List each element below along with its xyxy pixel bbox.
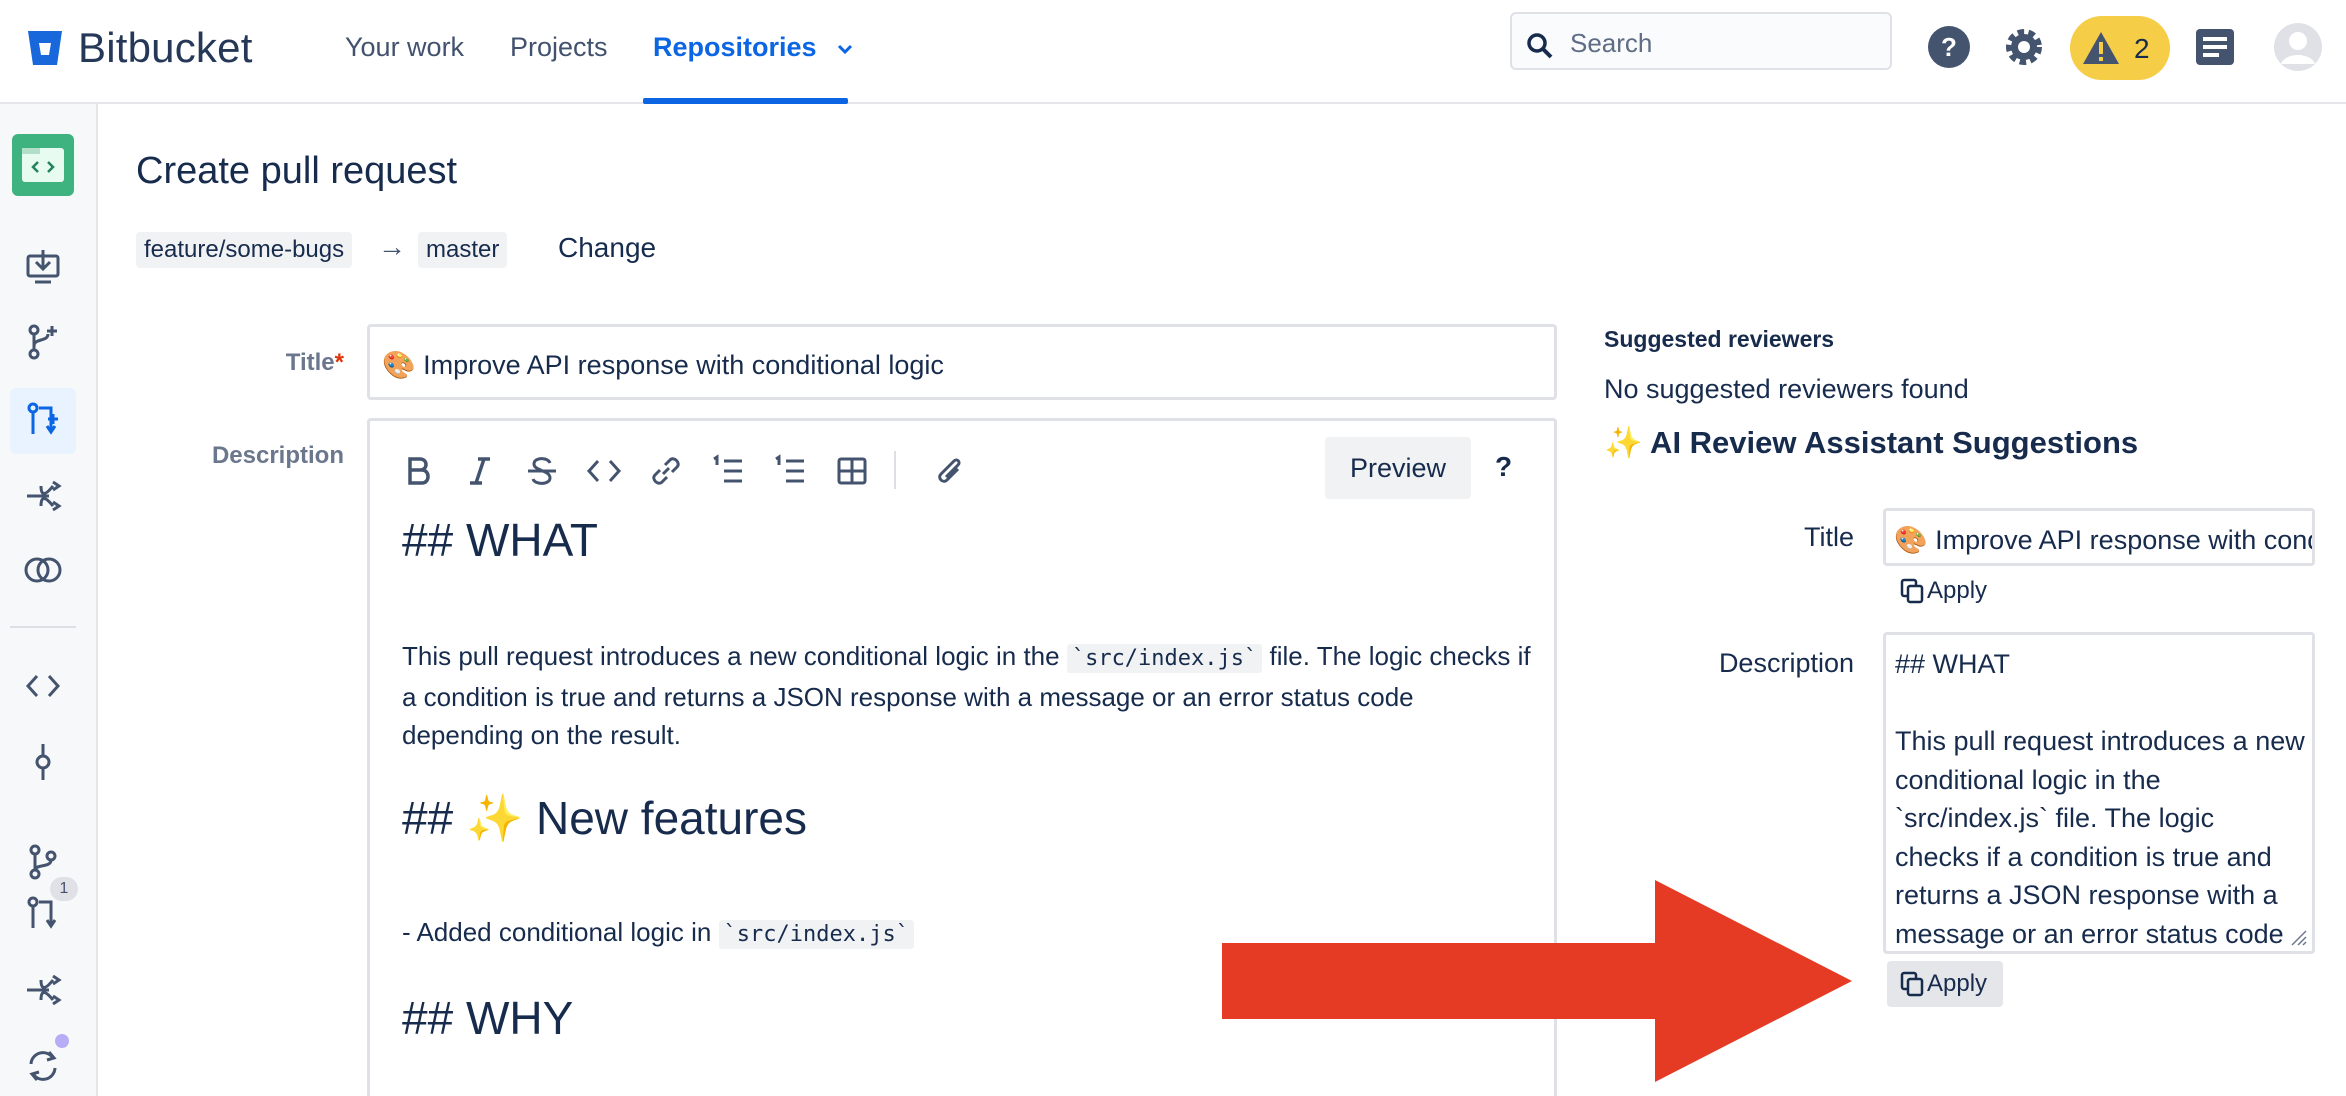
bitbucket-logo[interactable]: Bitbucket — [26, 24, 253, 72]
branches-icon[interactable] — [23, 842, 63, 882]
commits-icon[interactable] — [23, 742, 63, 782]
warning-icon — [2083, 32, 2119, 64]
svg-text:?: ? — [1941, 32, 1957, 62]
code-icon[interactable] — [584, 451, 624, 491]
sync-status-dot — [55, 1034, 69, 1048]
title-field[interactable]: 🎨 Improve API response with conditional … — [367, 324, 1557, 400]
branch-create-icon[interactable] — [23, 322, 63, 362]
md-heading-what: ## WHAT — [402, 514, 598, 566]
preview-button[interactable]: Preview — [1325, 437, 1471, 499]
search-icon — [1527, 33, 1553, 59]
source-branch[interactable]: feature/some-bugs — [136, 232, 353, 268]
markdown-help-button[interactable]: ? — [1495, 451, 1512, 483]
settings-icon[interactable] — [2001, 24, 2047, 70]
title-label: Title* — [200, 349, 344, 377]
avatar[interactable] — [2273, 22, 2323, 72]
ai-title-value: 🎨 Improve API response with conditional … — [1894, 525, 2312, 555]
ai-description-label: Description — [1718, 648, 1854, 678]
nav-repositories[interactable]: Repositories — [653, 32, 854, 63]
deploy-icon[interactable] — [23, 476, 63, 516]
repo-icon[interactable] — [12, 134, 74, 196]
sync-icon[interactable] — [23, 1046, 63, 1086]
no-reviewers-message: No suggested reviewers found — [1604, 374, 1969, 404]
md-list-item-text: - Added conditional logic in — [402, 917, 719, 947]
nav-repositories-label: Repositories — [653, 32, 817, 62]
strikethrough-icon[interactable] — [522, 451, 562, 491]
ai-title-label: Title — [1803, 522, 1854, 552]
page-title: Create pull request — [136, 150, 458, 192]
sidebar-divider — [10, 626, 76, 628]
suggested-reviewers-heading: Suggested reviewers — [1604, 326, 1835, 352]
copy-icon — [1900, 578, 1924, 604]
description-label: Description — [211, 442, 344, 469]
chevron-down-icon — [838, 44, 853, 54]
search-input[interactable]: Search — [1510, 12, 1892, 70]
branch-arrow: → — [378, 231, 406, 262]
apply-description-button[interactable]: Apply — [1887, 961, 2004, 1007]
ordered-list-icon[interactable] — [708, 451, 748, 491]
target-branch[interactable]: master — [418, 232, 508, 268]
notes-icon[interactable] — [2192, 24, 2238, 70]
pull-requests-badge: 1 — [50, 877, 78, 901]
pipelines-icon[interactable] — [23, 970, 63, 1010]
attachment-icon[interactable] — [930, 451, 970, 491]
table-icon[interactable] — [832, 451, 872, 491]
source-icon[interactable] — [23, 666, 63, 706]
clone-icon[interactable] — [23, 248, 63, 288]
compare-icon[interactable] — [23, 550, 63, 590]
ai-description-value: ## WHAT This pull request introduces a n… — [1895, 649, 2305, 949]
apply-description-label: Apply — [1927, 970, 1988, 997]
italic-icon[interactable] — [460, 451, 500, 491]
nav-projects[interactable]: Projects — [510, 32, 608, 63]
md-paragraph: This pull request introduces a new condi… — [402, 637, 1532, 754]
ai-suggestions-heading: ✨ AI Review Assistant Suggestions — [1604, 425, 2139, 460]
help-icon[interactable]: ? — [1926, 24, 1972, 70]
resize-handle-icon[interactable] — [2286, 925, 2308, 947]
link-icon[interactable] — [646, 451, 686, 491]
toolbar-divider — [894, 451, 896, 489]
title-field-value: 🎨 Improve API response with conditional … — [382, 350, 944, 380]
nav-active-indicator — [643, 98, 848, 104]
md-heading-new-features: ## ✨ New features — [402, 792, 808, 844]
md-paragraph-text-a: This pull request introduces a new condi… — [402, 641, 1067, 671]
bold-icon[interactable] — [398, 451, 438, 491]
md-inline-code: `src/index.js` — [1066, 644, 1263, 673]
app-name: Bitbucket — [78, 24, 253, 71]
nav-your-work[interactable]: Your work — [345, 32, 464, 63]
copy-icon — [1900, 971, 1924, 997]
sidebar: 1 — [0, 104, 98, 1096]
change-branches-link[interactable]: Change — [558, 232, 656, 264]
required-mark: * — [334, 349, 344, 376]
md-heading-why: ## WHY — [402, 992, 574, 1044]
bullet-list-icon[interactable] — [770, 451, 810, 491]
ai-title-field[interactable]: 🎨 Improve API response with conditional … — [1883, 508, 2315, 566]
warnings-button[interactable]: 2 — [2070, 16, 2170, 80]
warning-count: 2 — [2134, 33, 2150, 64]
apply-title-label: Apply — [1927, 577, 1988, 604]
title-label-text: Title — [285, 349, 335, 376]
search-placeholder: Search — [1570, 28, 1653, 58]
bitbucket-logo-icon — [28, 31, 62, 65]
pull-request-icon[interactable] — [23, 400, 63, 440]
ai-description-field[interactable]: ## WHAT This pull request introduces a n… — [1883, 632, 2315, 954]
md-list-item-code: `src/index.js` — [718, 920, 914, 949]
annotation-arrow-icon — [1222, 880, 1852, 1082]
apply-title-button[interactable]: Apply — [1887, 568, 2003, 614]
top-navigation: Bitbucket Your work Projects Repositorie… — [0, 0, 2346, 104]
